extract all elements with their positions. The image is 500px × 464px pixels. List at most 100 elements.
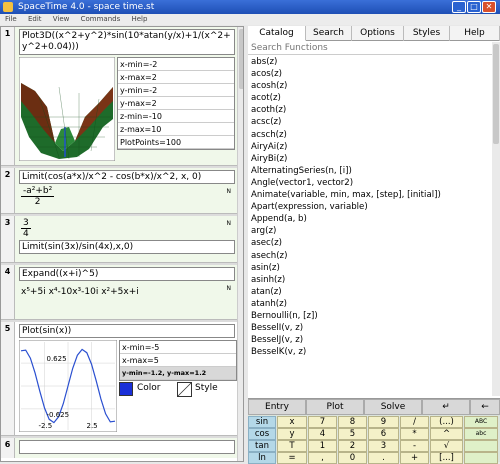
key-sin[interactable]: sin [248, 416, 276, 428]
keypad-enter-button[interactable]: ↵ [422, 399, 470, 415]
tab-options[interactable]: Options [352, 26, 404, 41]
numeric-mark[interactable]: N [227, 285, 232, 292]
function-item[interactable]: Append(a, b) [248, 213, 492, 225]
key-3[interactable]: 3 [368, 440, 399, 452]
function-item[interactable]: atan(z) [248, 286, 492, 298]
function-item[interactable]: asec(z) [248, 237, 492, 249]
function-item[interactable]: acoth(z) [248, 104, 492, 116]
key-sym-0-5[interactable]: / [400, 416, 429, 428]
keypad-entry-button[interactable]: Entry [248, 399, 306, 415]
cell-input[interactable]: Limit(cos(a*x)/x^2 - cos(b*x)/x^2, x, 0) [19, 170, 235, 184]
cell-input[interactable] [19, 440, 235, 454]
key-ln[interactable]: ln [248, 452, 276, 464]
key-sym-0-6[interactable]: (...) [430, 416, 463, 428]
menu-commands[interactable]: Commands [81, 15, 121, 23]
menu-view[interactable]: View [53, 15, 70, 23]
keypad-plot-button[interactable]: Plot [306, 399, 364, 415]
key-sym-3-1[interactable]: = [277, 452, 307, 464]
style-swatch-icon[interactable] [177, 382, 192, 397]
maximize-button[interactable]: □ [467, 1, 481, 13]
function-item[interactable]: Angle(vector1, vector2) [248, 177, 492, 189]
keypad-backspace-button[interactable]: ← [470, 399, 500, 415]
tab-search[interactable]: Search [306, 26, 352, 41]
param-xmin[interactable]: x-min=-5 [120, 341, 236, 354]
scrollbar-thumb[interactable] [493, 44, 499, 144]
function-item[interactable]: AlternatingSeries(n, [i]) [248, 165, 492, 177]
function-item[interactable]: BesselJ(v, z) [248, 334, 492, 346]
menu-help[interactable]: Help [131, 15, 147, 23]
function-item[interactable]: asinh(z) [248, 274, 492, 286]
key-ABC[interactable]: ABC [464, 416, 498, 428]
range-note[interactable]: y-min=-1.2, y-max=1.2 [120, 367, 236, 380]
function-item[interactable]: acosh(z) [248, 80, 492, 92]
function-item[interactable]: abs(z) [248, 56, 492, 68]
function-item[interactable]: AiryAi(z) [248, 141, 492, 153]
function-item[interactable]: arg(z) [248, 225, 492, 237]
param-zmin[interactable]: z-min=-10 [118, 110, 234, 123]
key-cos[interactable]: cos [248, 428, 276, 440]
param-xmax[interactable]: x-max=5 [120, 354, 236, 367]
key-x[interactable]: x [277, 416, 307, 428]
key-8[interactable]: 8 [338, 416, 367, 428]
worksheet-scrollbar[interactable] [237, 27, 243, 461]
function-item[interactable]: BesselK(v, z) [248, 346, 492, 358]
cell-input[interactable]: Expand((x+i)^5) [19, 267, 235, 281]
param-ymin[interactable]: y-min=-2 [118, 84, 234, 97]
key-T[interactable]: T [277, 440, 307, 452]
tab-catalog[interactable]: Catalog [248, 26, 306, 41]
function-item[interactable]: Apart(expression, variable) [248, 201, 492, 213]
function-item[interactable]: BesselI(v, z) [248, 322, 492, 334]
key-2[interactable]: 2 [338, 440, 367, 452]
key-5[interactable]: 5 [338, 428, 367, 440]
keypad-solve-button[interactable]: Solve [364, 399, 422, 415]
param-plotpoints[interactable]: PlotPoints=100 [118, 136, 234, 149]
plot3d-surface[interactable] [19, 57, 115, 161]
key-blank-3-7[interactable] [464, 452, 498, 464]
key-sym-3-6[interactable]: [...] [430, 452, 463, 464]
function-item[interactable]: Animate(variable, min, max, [step], [ini… [248, 189, 492, 201]
key-0[interactable]: 0 [338, 452, 367, 464]
function-item[interactable]: acsch(z) [248, 129, 492, 141]
key-sym-1-5[interactable]: * [400, 428, 429, 440]
numeric-mark[interactable]: N [227, 220, 232, 227]
function-item[interactable]: acot(z) [248, 92, 492, 104]
function-list-scrollbar[interactable] [492, 42, 500, 396]
function-item[interactable]: acos(z) [248, 68, 492, 80]
key-y[interactable]: y [277, 428, 307, 440]
menu-edit[interactable]: Edit [28, 15, 42, 23]
close-button[interactable]: ✕ [482, 1, 496, 13]
key-abc[interactable]: abc [464, 428, 498, 440]
function-item[interactable]: acsc(z) [248, 116, 492, 128]
color-swatch[interactable] [119, 382, 133, 396]
key-7[interactable]: 7 [308, 416, 337, 428]
key-sym-3-2[interactable]: , [308, 452, 337, 464]
key-sym-2-6[interactable]: √ [430, 440, 463, 452]
cell-input[interactable]: Plot(sin(x)) [19, 324, 235, 338]
param-xmax[interactable]: x-max=2 [118, 71, 234, 84]
key-sym-3-5[interactable]: + [400, 452, 429, 464]
tab-help[interactable]: Help [450, 26, 500, 41]
numeric-mark[interactable]: N [227, 188, 232, 195]
cell-input[interactable]: Plot3D((x^2+y^2)*sin(10*atan(y/x)+1/(x^2… [19, 29, 235, 55]
key-9[interactable]: 9 [368, 416, 399, 428]
plot2d-chart[interactable]: 0.625 -0.625 -2.5 2.5 [19, 340, 117, 432]
key-tan[interactable]: tan [248, 440, 276, 452]
key-sym-2-5[interactable]: - [400, 440, 429, 452]
function-item[interactable]: asech(z) [248, 250, 492, 262]
param-zmax[interactable]: z-max=10 [118, 123, 234, 136]
key-1[interactable]: 1 [308, 440, 337, 452]
key-sym-3-4[interactable]: . [368, 452, 399, 464]
key-blank-2-7[interactable] [464, 440, 498, 452]
search-functions-input[interactable] [248, 42, 492, 55]
minimize-button[interactable]: _ [452, 1, 466, 13]
menu-file[interactable]: File [5, 15, 17, 23]
param-ymax[interactable]: y-max=2 [118, 97, 234, 110]
key-6[interactable]: 6 [368, 428, 399, 440]
key-4[interactable]: 4 [308, 428, 337, 440]
cell-input[interactable]: Limit(sin(3x)/sin(4x),x,0) [19, 240, 235, 254]
function-item[interactable]: Bernoulli(n, [z]) [248, 310, 492, 322]
function-item[interactable]: atanh(z) [248, 298, 492, 310]
param-xmin[interactable]: x-min=-2 [118, 58, 234, 71]
key-sym-1-6[interactable]: ^ [430, 428, 463, 440]
scrollbar-thumb[interactable] [239, 29, 243, 89]
